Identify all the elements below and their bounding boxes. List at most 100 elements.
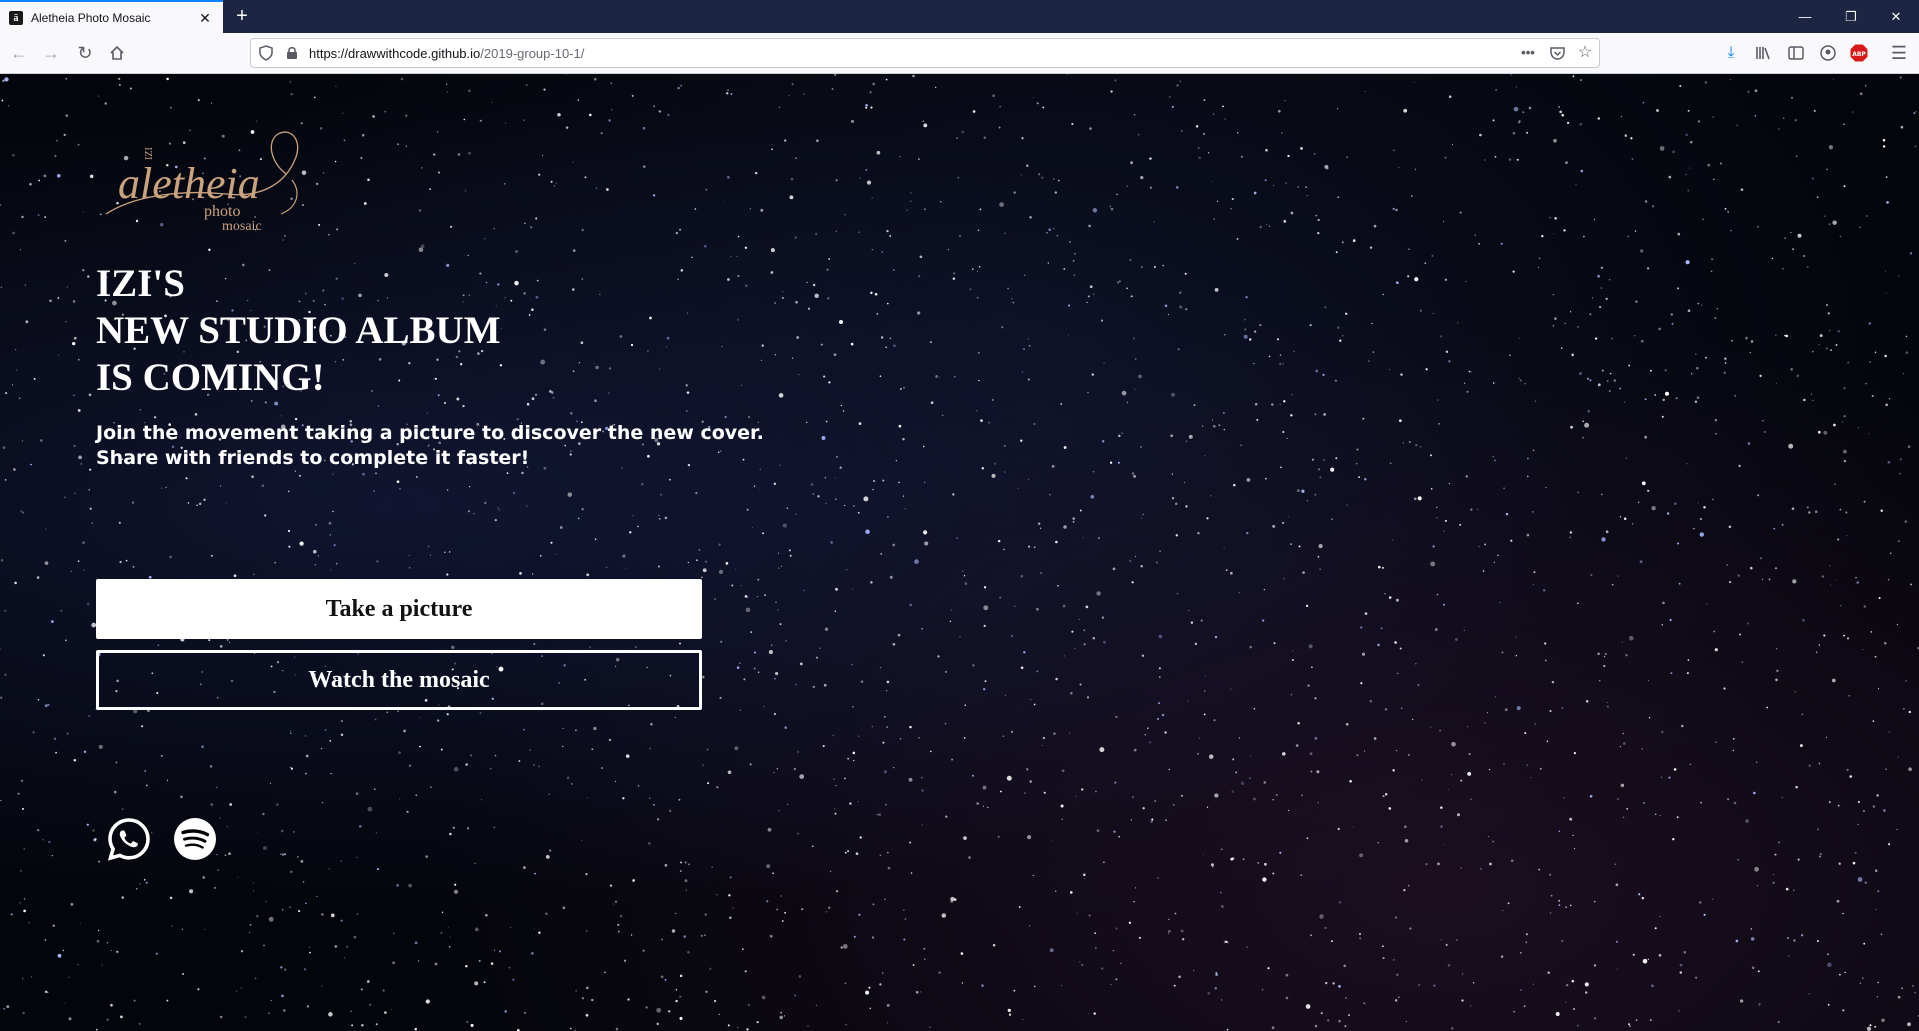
star xyxy=(591,748,594,751)
whatsapp-icon[interactable] xyxy=(106,816,152,862)
star xyxy=(1131,581,1134,584)
more-icon[interactable]: ••• xyxy=(1519,44,1537,62)
reload-icon[interactable]: ↻ xyxy=(73,41,97,65)
browser-tab[interactable]: ā Aletheia Photo Mosaic ✕ xyxy=(0,0,223,33)
star xyxy=(5,392,8,395)
star xyxy=(1671,322,1674,325)
tab-title: Aletheia Photo Mosaic xyxy=(31,11,151,25)
star xyxy=(1777,128,1780,130)
star xyxy=(1842,1009,1845,1012)
star xyxy=(760,208,764,212)
star xyxy=(1668,175,1672,179)
menu-icon[interactable]: ☰ xyxy=(1888,41,1910,65)
star xyxy=(1259,323,1262,327)
star xyxy=(309,951,311,954)
star xyxy=(1293,350,1295,353)
star xyxy=(664,516,668,520)
close-window-icon[interactable]: ✕ xyxy=(1873,0,1919,33)
star xyxy=(1727,211,1729,213)
star xyxy=(998,126,1001,129)
sidebar-icon[interactable] xyxy=(1785,41,1807,65)
star xyxy=(1507,902,1510,905)
star xyxy=(801,908,804,911)
star xyxy=(1616,968,1618,970)
star xyxy=(1488,768,1491,771)
star-icon[interactable]: ☆ xyxy=(1576,44,1594,62)
lock-icon[interactable] xyxy=(283,44,301,62)
star xyxy=(1040,527,1042,529)
star xyxy=(1580,169,1584,173)
star xyxy=(1849,775,1852,778)
star xyxy=(1687,659,1690,661)
star xyxy=(1791,507,1795,511)
star xyxy=(942,915,944,917)
star xyxy=(1585,991,1588,994)
star xyxy=(89,507,92,510)
star xyxy=(336,228,339,231)
star xyxy=(1216,200,1219,202)
spotify-icon[interactable] xyxy=(172,816,218,862)
star xyxy=(64,496,66,498)
take-picture-button[interactable]: Take a picture xyxy=(96,579,702,639)
star xyxy=(1897,540,1900,543)
star xyxy=(23,848,25,850)
hero-subtext: Join the movement taking a picture to di… xyxy=(96,421,896,471)
star xyxy=(959,235,961,237)
star xyxy=(1579,122,1583,126)
star xyxy=(10,913,13,916)
shield-icon[interactable] xyxy=(257,44,275,62)
star xyxy=(169,896,173,900)
restore-window-icon[interactable]: ❐ xyxy=(1828,0,1874,33)
star xyxy=(1773,527,1776,530)
star xyxy=(831,88,834,90)
new-tab-button[interactable]: + xyxy=(231,5,253,27)
url-text[interactable]: https://drawwithcode.github.io/2019-grou… xyxy=(309,46,584,61)
star xyxy=(1781,796,1783,799)
star xyxy=(1569,817,1573,821)
star xyxy=(1220,891,1222,894)
star xyxy=(452,826,455,829)
star xyxy=(334,945,338,948)
star xyxy=(771,644,773,646)
star xyxy=(1896,828,1898,831)
back-icon[interactable]: ← xyxy=(7,41,31,65)
minimize-window-icon[interactable]: — xyxy=(1782,0,1828,33)
star xyxy=(1775,334,1777,336)
star xyxy=(1739,633,1742,636)
watch-mosaic-button[interactable]: Watch the mosaic xyxy=(96,650,702,710)
star xyxy=(675,988,678,991)
close-tab-icon[interactable]: ✕ xyxy=(196,9,214,27)
account-icon[interactable] xyxy=(1817,41,1839,65)
star xyxy=(1631,523,1634,525)
star xyxy=(494,754,497,757)
star xyxy=(850,342,854,346)
star xyxy=(1687,189,1690,192)
star xyxy=(53,737,57,740)
star xyxy=(1591,297,1594,299)
star xyxy=(1126,287,1128,290)
star xyxy=(316,182,319,186)
star xyxy=(253,573,255,576)
star xyxy=(1690,141,1693,144)
star xyxy=(981,984,984,987)
address-bar[interactable]: https://drawwithcode.github.io/2019-grou… xyxy=(250,38,1600,68)
home-icon[interactable] xyxy=(105,41,129,65)
star xyxy=(1061,818,1063,820)
star xyxy=(1187,700,1189,702)
star xyxy=(479,119,482,122)
star xyxy=(918,736,920,739)
forward-icon[interactable]: → xyxy=(39,41,63,65)
star xyxy=(652,194,656,197)
star xyxy=(1134,358,1137,360)
star xyxy=(1707,163,1711,167)
star xyxy=(1589,795,1593,798)
download-icon[interactable]: ⤓ xyxy=(1720,41,1742,65)
star xyxy=(679,870,682,873)
library-icon[interactable] xyxy=(1752,41,1774,65)
star xyxy=(825,910,828,913)
star xyxy=(1412,718,1414,721)
star xyxy=(1309,752,1313,756)
pocket-icon[interactable] xyxy=(1548,44,1566,62)
star xyxy=(1830,349,1832,351)
adblock-icon[interactable]: ABP xyxy=(1848,41,1870,65)
